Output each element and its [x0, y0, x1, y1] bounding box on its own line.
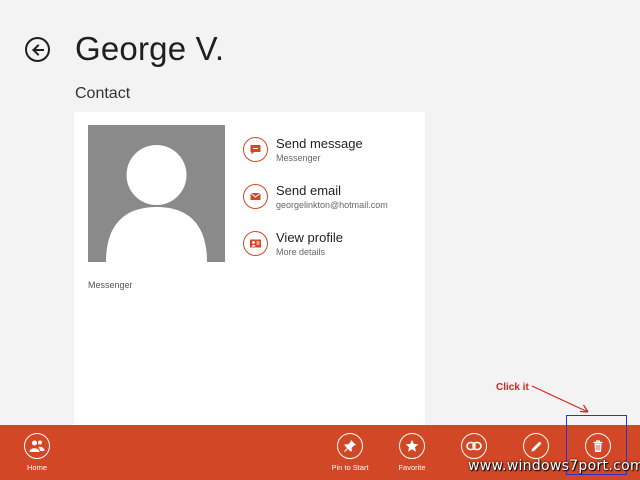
star-icon	[399, 433, 425, 459]
section-subtitle: Contact	[75, 85, 131, 102]
profile-icon	[243, 231, 268, 256]
edit-icon	[523, 433, 549, 459]
contact-card: Messenger Send message Messenger Send em…	[74, 112, 425, 426]
favorite-button[interactable]: Favorite	[380, 433, 444, 472]
home-label: Home	[26, 463, 47, 472]
view-profile-sub: More details	[276, 247, 326, 257]
people-icon	[24, 433, 50, 459]
home-button[interactable]: Home	[5, 433, 69, 472]
person-silhouette-icon	[106, 145, 207, 262]
annotation-arrow-icon	[531, 385, 589, 413]
mail-icon	[243, 184, 268, 209]
back-button[interactable]	[25, 37, 50, 62]
send-email-sub: georgelinkton@hotmail.com	[276, 200, 388, 210]
send-email-action[interactable]: Send email georgelinkton@hotmail.com	[243, 183, 388, 211]
page-title: George V.	[75, 30, 225, 67]
pin-to-start-label: Pin to Start	[331, 463, 369, 472]
send-email-label: Send email	[276, 183, 342, 198]
view-profile-label: View profile	[276, 230, 343, 245]
pin-to-start-button[interactable]: Pin to Start	[318, 433, 382, 472]
link-icon	[461, 433, 487, 459]
back-arrow-icon	[31, 43, 44, 56]
watermark: www.windows7port.com	[468, 458, 640, 474]
view-profile-action[interactable]: View profile More details	[243, 230, 343, 258]
send-message-action[interactable]: Send message Messenger	[243, 136, 363, 164]
avatar	[88, 125, 225, 262]
pin-icon	[337, 433, 363, 459]
send-message-sub: Messenger	[276, 153, 321, 163]
chat-icon	[243, 137, 268, 162]
send-message-label: Send message	[276, 136, 363, 151]
click-it-annotation: Click it	[496, 382, 529, 393]
favorite-label: Favorite	[398, 463, 426, 472]
avatar-caption: Messenger	[88, 280, 133, 290]
